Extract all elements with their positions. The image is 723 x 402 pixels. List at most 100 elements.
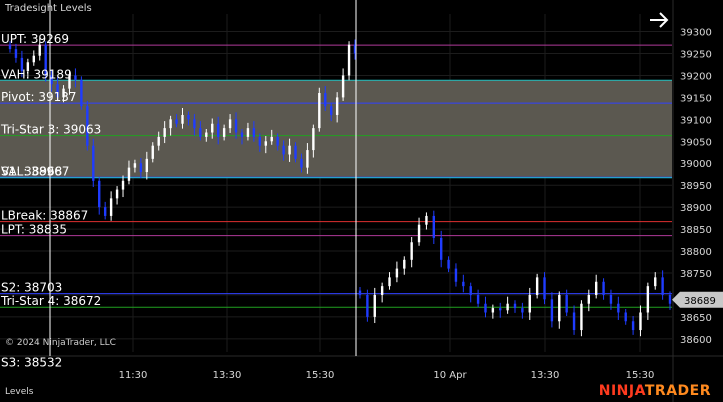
brand-logo: NINJATRADER [599, 383, 711, 399]
candle-body [543, 277, 546, 300]
candle-body [410, 242, 413, 260]
candle-body [388, 277, 391, 287]
candle-body [109, 198, 113, 216]
candle-body [417, 224, 421, 243]
candle-body [240, 132, 244, 137]
candle-body [521, 308, 524, 313]
candle-body [335, 97, 339, 115]
y-tick-label: 38800 [680, 247, 712, 258]
y-tick-label: 39000 [680, 159, 712, 170]
candle-body [300, 158, 303, 168]
candle-body [80, 79, 83, 107]
candle-body [276, 136, 279, 146]
x-tick-label: 11:30 [119, 370, 148, 381]
y-tick-label: 39050 [680, 137, 712, 148]
y-tick-label: 39100 [680, 115, 712, 126]
candle-body [535, 277, 539, 295]
candle-body [594, 281, 598, 295]
level-label: VAL: 38967 [1, 165, 69, 179]
y-tick-label: 38850 [680, 225, 712, 236]
candle-body [425, 215, 428, 225]
candle-body [558, 294, 561, 322]
candle-body [341, 75, 345, 98]
level-label: LBreak: 38867 [1, 209, 88, 223]
candle-body [624, 312, 627, 322]
candle-body [476, 294, 480, 304]
candle-body [403, 259, 406, 269]
level-label: Tri-Star 4: 38672 [0, 294, 101, 308]
y-tick-label: 39150 [680, 93, 712, 104]
candle-body [38, 44, 41, 56]
candle-body [572, 312, 576, 331]
candle-body [246, 128, 250, 137]
candle-body [587, 294, 591, 304]
copyright-text: © 2024 NinjaTrader, LLC [5, 338, 116, 348]
candle-body [602, 281, 605, 295]
candle-body [617, 303, 620, 313]
candle-body [312, 128, 315, 151]
candle-body [270, 136, 273, 142]
candle-body [103, 207, 107, 216]
candle-body [324, 93, 327, 107]
candle-body [216, 123, 220, 137]
level-label: Tri-Star 3: 39063 [0, 123, 101, 137]
candle-body [175, 119, 178, 124]
candle-body [133, 163, 137, 168]
candle-body [373, 294, 376, 317]
y-tick-label: 39300 [680, 28, 712, 39]
level-label: VAH: 39189 [1, 67, 72, 81]
candle-body [121, 180, 125, 190]
brand-part1: NINJA [598, 383, 645, 399]
candle-body [318, 93, 321, 129]
level-label: UPT: 39269 [1, 32, 69, 46]
candle-body [550, 299, 554, 322]
y-tick-label: 39200 [680, 71, 712, 82]
candle-body [358, 290, 362, 295]
panel-label: Levels [5, 387, 34, 397]
level-label: S3: 38532 [1, 356, 62, 370]
candle-body [145, 158, 149, 173]
arrow-right-icon[interactable] [646, 8, 672, 32]
y-tick-label: 39250 [680, 50, 712, 61]
candle-body [163, 128, 166, 137]
x-tick-label: 15:30 [626, 370, 655, 381]
candle-body [74, 75, 77, 80]
level-label: S2: 38703 [1, 281, 62, 295]
candle-body [646, 286, 650, 313]
candle-body [234, 119, 238, 133]
y-tick-label: 38600 [680, 335, 712, 346]
candle-body [14, 49, 18, 58]
brand-part2: TRADER [644, 383, 711, 399]
y-tick-label: 38900 [680, 203, 712, 214]
candle-body [205, 132, 208, 137]
candle-body [282, 145, 285, 155]
candle-body [294, 145, 297, 159]
price-tag-label: 38689 [684, 296, 716, 307]
current-price-tag: 38689 [672, 291, 723, 308]
x-tick-label: 10 Apr [433, 370, 467, 381]
candle-body [654, 277, 657, 287]
candle-body [668, 294, 672, 304]
x-tick-label: 15:30 [306, 370, 335, 381]
candle-body [228, 119, 232, 129]
candle-body [187, 114, 190, 120]
candle-body [447, 259, 450, 269]
candle-body [432, 215, 436, 238]
candle-body [258, 136, 262, 146]
candle-body [499, 308, 502, 311]
candle-body [98, 180, 101, 208]
candle-body [92, 145, 95, 181]
candle-body [199, 128, 202, 137]
candle-body [454, 268, 458, 282]
candle-body [395, 268, 399, 278]
candle-body [222, 128, 226, 137]
candle-body [528, 294, 531, 313]
candle-body [506, 303, 509, 311]
candle-body [115, 189, 119, 199]
candle-body [264, 141, 267, 146]
chart-title: Tradesight Levels [5, 3, 92, 14]
candle-body [631, 321, 635, 331]
level-label: Pivot: 39137 [1, 90, 77, 104]
x-tick-label: 13:30 [213, 370, 242, 381]
candle-body [491, 308, 495, 313]
